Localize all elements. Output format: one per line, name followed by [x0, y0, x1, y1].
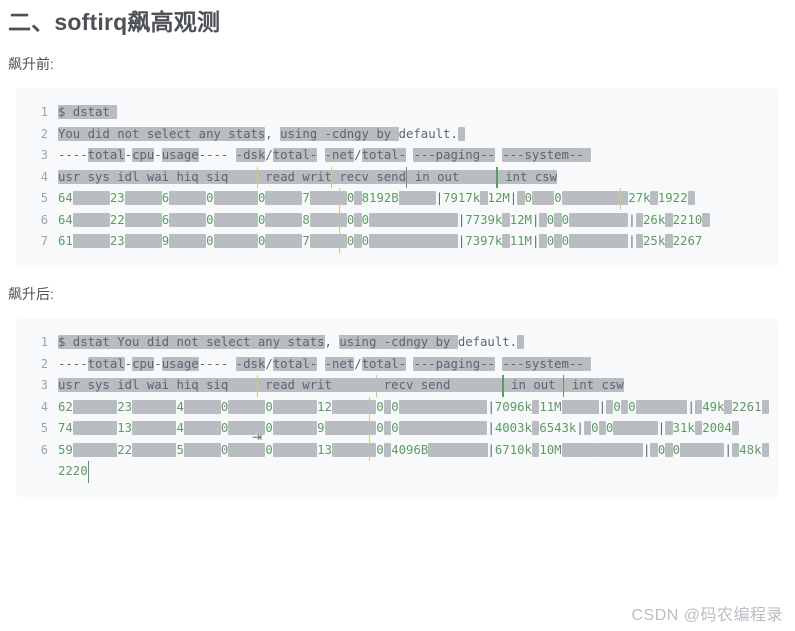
line-number: 6: [40, 442, 48, 457]
code-line: 6 59 22 5 0 0 13 | 0 4096B |6710k 10M | …: [24, 439, 771, 483]
code-line: 5 64 23 6 0 0 7 | 0 8192B |7917k 12M| 0 …: [24, 188, 771, 210]
line-number: 2: [40, 356, 48, 371]
code-block-after[interactable]: 1 $ dstat You did not select any stats, …: [16, 318, 779, 497]
page-root: 二、softirq飙高观测 飙升前: 1 $ dstat 2 You did n…: [0, 0, 795, 631]
code-line-text: 64 23 6 0 0 7 | 0 8192B |7917k 12M| 0 0 …: [58, 188, 771, 210]
code-line-text: $ dstat: [58, 102, 771, 124]
code-line: 7 61 23 9 0 0 7 | 0 0 |7397k 11M| 0 0 | …: [24, 231, 771, 253]
code-line: 2 ----total-cpu-usage---- -dsk/total- -n…: [24, 354, 771, 376]
line-number: 3: [40, 378, 48, 393]
line-number: 2: [40, 126, 48, 141]
code-line-text: 62 23 4 0 0 12 | 0 0 |7096k 11M | 0 0 | …: [58, 396, 771, 419]
page-title: 二、softirq飙高观测: [8, 9, 221, 35]
code-line: 1 $ dstat: [24, 102, 771, 124]
line-number: 6: [40, 212, 48, 227]
watermark: CSDN @码农编程录: [631, 607, 783, 624]
code-line: 3 ----total-cpu-usage---- -dsk/total- -n…: [24, 145, 771, 167]
line-number: 5: [40, 421, 48, 436]
code-line-text: You did not select any stats, using -cdn…: [58, 124, 771, 146]
line-number: 1: [40, 335, 48, 350]
line-number: 5: [40, 191, 48, 206]
code-line-text: ----total-cpu-usage---- -dsk/total- -net…: [58, 145, 771, 167]
section-caption-before: 飙升前:: [8, 55, 54, 72]
code-line-text: 74 13 4 0 0 9 | 0 0 |4003k 6543k| 0 0 | …: [58, 418, 771, 440]
line-number: 7: [40, 234, 48, 249]
code-line: 3 usr sys idl wai hiq siq | read writ | …: [24, 375, 771, 397]
code-line-text: 59 22 5 0 0 13 | 0 4096B |6710k 10M | 0 …: [58, 439, 771, 483]
code-line: 4 62 23 4 0 0 12 | 0 0 |7096k 11M | 0 0 …: [24, 396, 771, 419]
code-line: 6 64 22 6 0 0 8 | 0 0 |7739k 12M| 0 0 | …: [24, 209, 771, 232]
code-line: 5 74 13 4 0 0 9 | 0 0 |4003k 6543k| 0 0 …: [24, 418, 771, 440]
code-line-text: ----total-cpu-usage---- -dsk/total- -net…: [58, 354, 771, 376]
code-line-text: 64 22 6 0 0 8 | 0 0 |7739k 12M| 0 0 | 26…: [58, 209, 771, 232]
code-line-text: usr sys idl wai hiq siq | read writ| rec…: [58, 166, 771, 189]
section-caption-after: 飙升后:: [8, 285, 54, 302]
code-line-text: $ dstat You did not select any stats, us…: [58, 332, 771, 354]
code-line: 2 You did not select any stats, using -c…: [24, 124, 771, 146]
line-number: 4: [40, 399, 48, 414]
line-number: 3: [40, 148, 48, 163]
line-number: 1: [40, 105, 48, 120]
code-line-text: usr sys idl wai hiq siq | read writ | re…: [58, 375, 771, 397]
code-line-text: 61 23 9 0 0 7 | 0 0 |7397k 11M| 0 0 | 25…: [58, 231, 771, 253]
code-block-before[interactable]: 1 $ dstat 2 You did not select any stats…: [16, 88, 779, 267]
line-number: 4: [40, 169, 48, 184]
code-line: 1 $ dstat You did not select any stats, …: [24, 332, 771, 354]
code-line: 4 usr sys idl wai hiq siq | read writ| r…: [24, 166, 771, 189]
